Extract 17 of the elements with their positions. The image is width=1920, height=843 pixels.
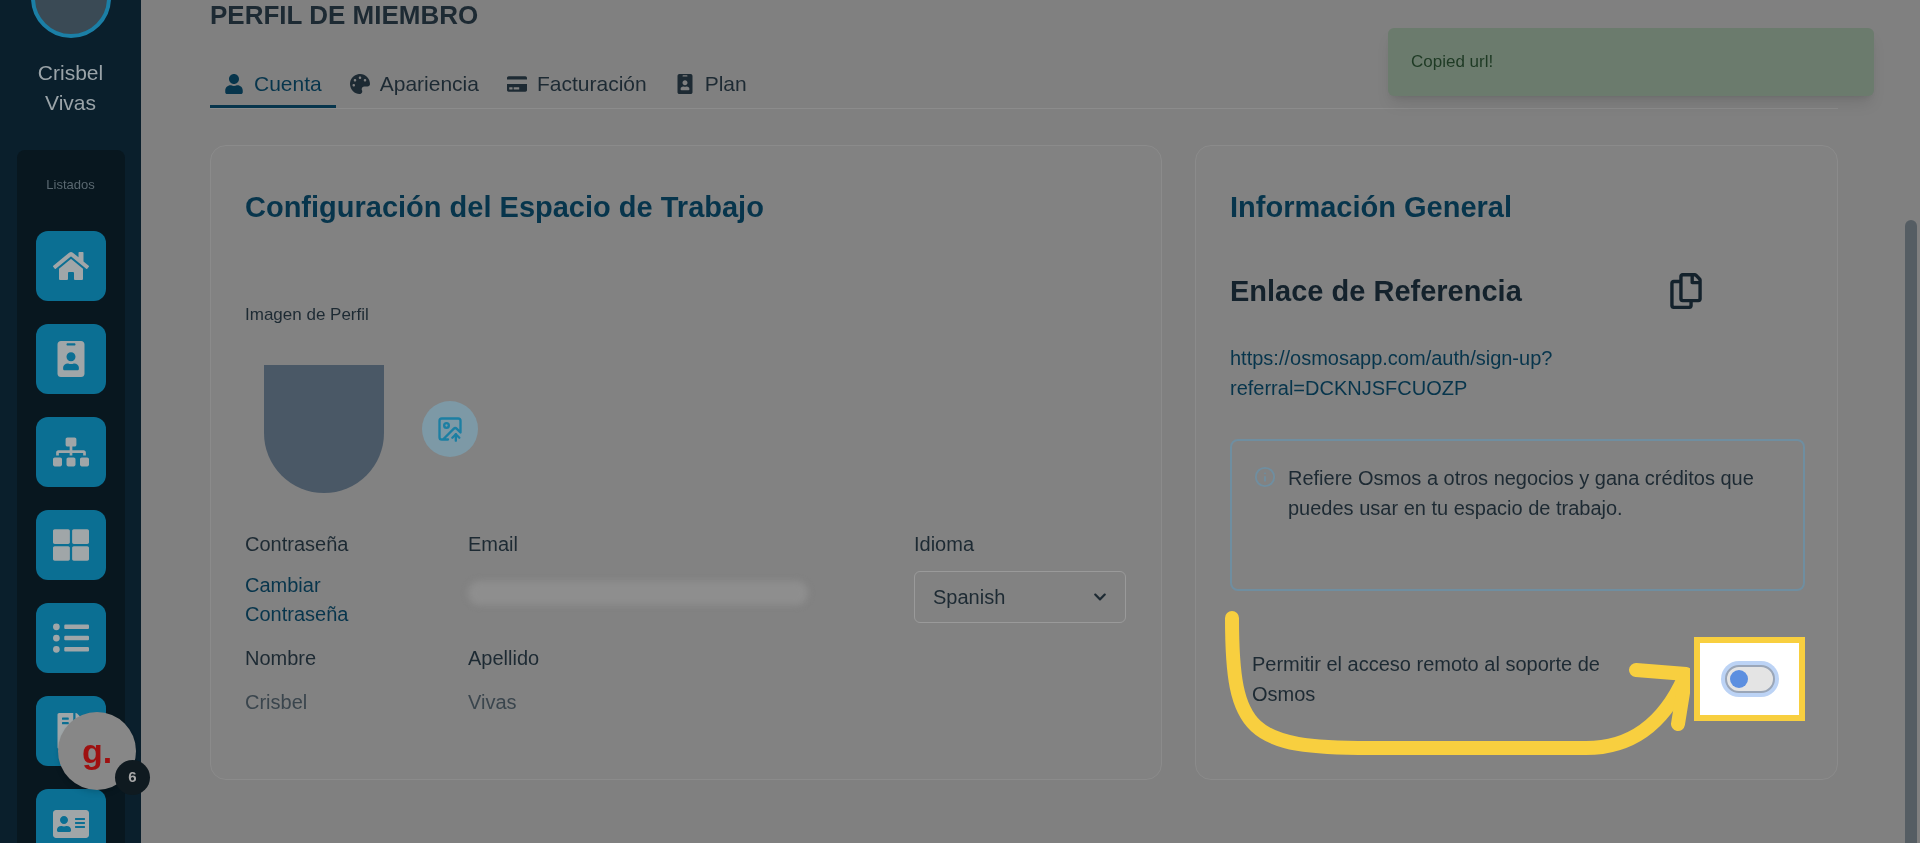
field-label: Idioma [914, 532, 975, 557]
field-value: Vivas [468, 690, 517, 715]
toggle-label: Permitir el acceso remoto al soporte de Osmos [1252, 652, 1601, 707]
referral-title: Enlace de Referencia [1230, 273, 1522, 309]
card-title: Información General [1230, 190, 1513, 225]
card-title: Configuración del Espacio de Trabajo [245, 190, 765, 225]
notice-text: Refiere Osmos a otros negocios y gana créditos que puedes usar en tu espacio de trabajo. [1288, 466, 1755, 521]
field-label: Imagen de Perfil [245, 303, 369, 326]
field-label: Apellido [468, 646, 540, 671]
field-value: Crisbel [245, 690, 308, 715]
field-label: Email [468, 532, 518, 557]
section-label: Listados [46, 176, 95, 194]
user-name: Crisbel Vivas [36, 60, 105, 116]
page-title: PERFIL DE MIEMBRO [210, 0, 480, 30]
toast: Copied url! [1388, 28, 1874, 96]
field-label: Contraseña [245, 532, 349, 557]
field-label: Nombre [245, 646, 317, 671]
